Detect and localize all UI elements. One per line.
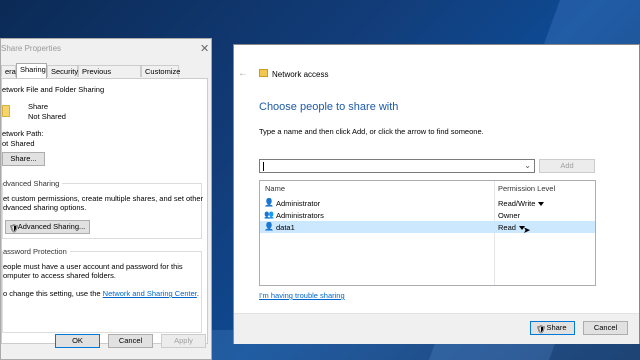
group-heading: assword Protection bbox=[3, 247, 70, 256]
cancel-button[interactable]: Cancel bbox=[583, 321, 628, 335]
permission-level: Owner bbox=[498, 211, 521, 220]
advanced-desc-line2: dvanced sharing options. bbox=[3, 203, 87, 212]
dropdown-arrow-icon[interactable] bbox=[538, 202, 545, 207]
dialog-title: Network access bbox=[272, 70, 329, 79]
network-sharing-center-link[interactable]: Network and Sharing Center bbox=[103, 289, 197, 298]
advanced-sharing-group: dvanced Sharing et custom permissions, c… bbox=[2, 179, 204, 239]
shield-icon: 🛡 bbox=[536, 325, 547, 334]
user-icon: 👤 bbox=[264, 222, 274, 231]
network-access-dialog: ← Network access Choose people to share … bbox=[233, 44, 640, 344]
share-name: Share bbox=[28, 102, 49, 111]
group-heading: dvanced Sharing bbox=[3, 179, 63, 188]
chevron-down-icon[interactable]: ⌄ bbox=[524, 161, 531, 170]
advanced-sharing-button[interactable]: 🛡 Advanced Sharing... bbox=[5, 220, 90, 234]
password-desc-trailing: . bbox=[196, 289, 199, 298]
permission-label: Read bbox=[498, 223, 516, 232]
network-sharing-group: etwork File and Folder Sharing Share Not… bbox=[2, 85, 202, 172]
sharing-tab-panel: etwork File and Folder Sharing Share Not… bbox=[1, 78, 208, 344]
tab-sharing[interactable]: Sharing bbox=[16, 63, 47, 78]
permission-level[interactable]: Read bbox=[498, 223, 525, 232]
ok-button[interactable]: OK bbox=[55, 334, 100, 348]
advanced-sharing-button-label: Advanced Sharing... bbox=[17, 222, 86, 231]
share-properties-dialog: Share Properties ✕ eral Sharing Security… bbox=[0, 38, 212, 360]
password-protection-group: assword Protection eople must have a use… bbox=[2, 247, 202, 333]
apply-button[interactable]: Apply bbox=[161, 334, 206, 348]
share-button-label: Share bbox=[546, 323, 567, 332]
shield-icon: 🛡 bbox=[9, 224, 20, 233]
page-title: Choose people to share with bbox=[259, 101, 399, 113]
network-folder-icon bbox=[259, 69, 268, 77]
folder-icon bbox=[2, 105, 10, 117]
cancel-button[interactable]: Cancel bbox=[108, 334, 153, 348]
password-desc-line3: o change this setting, use the Network a… bbox=[3, 289, 199, 298]
tab-general[interactable]: eral bbox=[1, 65, 18, 77]
back-arrow-icon[interactable]: ← bbox=[238, 68, 248, 79]
text-caret bbox=[263, 162, 264, 171]
share-status: Not Shared bbox=[28, 112, 66, 121]
share-button[interactable]: Share... bbox=[2, 152, 45, 166]
password-desc-line1: eople must have a user account and passw… bbox=[3, 262, 183, 271]
list-item[interactable]: 👤 data1 Read ➤ bbox=[260, 221, 595, 235]
close-icon[interactable]: ✕ bbox=[200, 42, 209, 55]
people-list[interactable]: Name Permission Level 👤 Administrator Re… bbox=[259, 180, 596, 286]
tab-customize[interactable]: Customize bbox=[141, 65, 180, 77]
column-header-name[interactable]: Name bbox=[265, 184, 285, 193]
mouse-cursor-icon: ➤ bbox=[523, 225, 531, 235]
user-icon: 👤 bbox=[264, 198, 274, 207]
user-name: data1 bbox=[276, 223, 295, 232]
network-path-value: ot Shared bbox=[2, 139, 35, 148]
network-path-label: etwork Path: bbox=[2, 129, 44, 138]
name-combobox[interactable]: ⌄ bbox=[259, 159, 535, 173]
tab-strip: eral Sharing Security Previous Versions … bbox=[1, 63, 213, 88]
instruction-text: Type a name and then click Add, or click… bbox=[259, 127, 484, 136]
permission-level[interactable]: Read/Write bbox=[498, 199, 545, 208]
dialog-title: Share Properties bbox=[1, 44, 62, 53]
tab-previous-versions[interactable]: Previous Versions bbox=[78, 65, 141, 88]
password-desc-line2: omputer to access shared folders. bbox=[3, 271, 116, 280]
group-heading: etwork File and Folder Sharing bbox=[2, 85, 105, 94]
column-header-permission[interactable]: Permission Level bbox=[498, 184, 555, 193]
list-item[interactable]: 👤 Administrator Read/Write bbox=[260, 197, 595, 209]
user-name: Administrators bbox=[276, 211, 324, 220]
advanced-desc-line1: et custom permissions, create multiple s… bbox=[3, 194, 204, 203]
permission-label: Read/Write bbox=[498, 199, 536, 208]
list-item[interactable]: 👥 Administrators Owner bbox=[260, 209, 595, 221]
password-desc-prefix: o change this setting, use the bbox=[3, 289, 101, 298]
tab-security[interactable]: Security bbox=[47, 65, 78, 77]
dialog-footer: 🛡 Share Cancel bbox=[234, 313, 639, 344]
group-users-icon: 👥 bbox=[264, 210, 274, 219]
add-button[interactable]: Add bbox=[539, 159, 595, 173]
share-button[interactable]: 🛡 Share bbox=[530, 321, 575, 335]
user-name: Administrator bbox=[276, 199, 321, 208]
trouble-sharing-link[interactable]: I'm having trouble sharing bbox=[259, 291, 345, 300]
